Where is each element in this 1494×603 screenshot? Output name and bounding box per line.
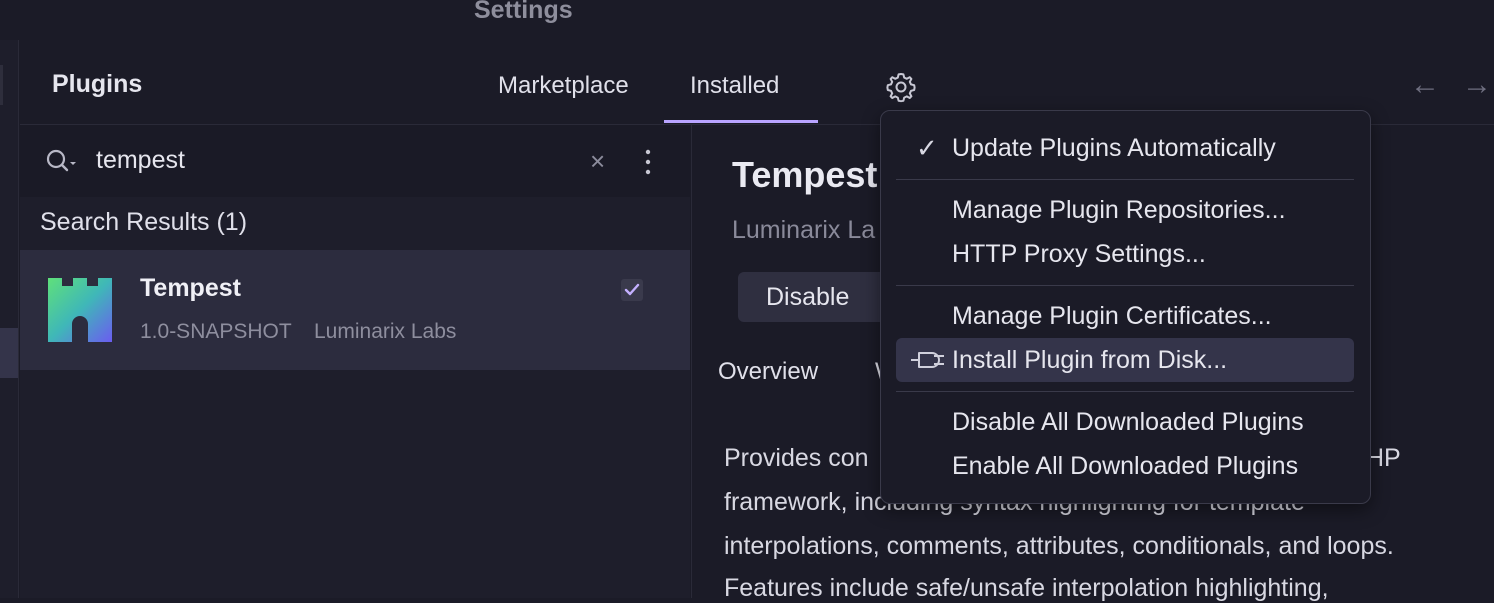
menu-item-manage-certificates[interactable]: Manage Plugin Certificates... bbox=[952, 302, 1272, 331]
disable-button[interactable]: Disable bbox=[738, 272, 888, 322]
gear-icon[interactable] bbox=[884, 70, 918, 104]
menu-item-http-proxy[interactable]: HTTP Proxy Settings... bbox=[952, 240, 1206, 269]
active-tab-indicator bbox=[664, 120, 818, 123]
menu-separator bbox=[896, 179, 1354, 180]
tab-installed[interactable]: Installed bbox=[690, 72, 779, 100]
forward-arrow-icon[interactable]: → bbox=[1462, 68, 1492, 102]
description-line: Features include safe/unsafe interpolati… bbox=[724, 574, 1329, 602]
menu-separator bbox=[896, 391, 1354, 392]
search-input[interactable] bbox=[96, 140, 576, 180]
description-line: interpolations, comments, attributes, co… bbox=[724, 532, 1394, 560]
sidebar-edge-mark bbox=[0, 65, 3, 105]
settings-sidebar-edge bbox=[0, 40, 19, 598]
tab-overview[interactable]: Overview bbox=[718, 358, 818, 386]
search-results-label: Search Results (1) bbox=[40, 208, 248, 236]
plug-icon bbox=[910, 348, 946, 372]
menu-item-manage-repositories[interactable]: Manage Plugin Repositories... bbox=[952, 196, 1286, 225]
description-line: HP bbox=[1366, 444, 1401, 472]
plugin-enabled-checkbox[interactable] bbox=[621, 279, 643, 301]
description-line: Provides con bbox=[724, 444, 869, 472]
tempest-logo bbox=[48, 278, 112, 342]
check-icon: ✓ bbox=[916, 133, 938, 163]
search-icon[interactable] bbox=[44, 146, 80, 178]
window-title: Settings bbox=[474, 0, 573, 24]
menu-item-enable-all[interactable]: Enable All Downloaded Plugins bbox=[952, 452, 1298, 481]
clear-search-icon[interactable]: × bbox=[590, 148, 605, 174]
menu-item-update-automatically[interactable]: Update Plugins Automatically bbox=[952, 134, 1276, 163]
page-title: Plugins bbox=[52, 70, 143, 98]
back-arrow-icon[interactable]: ← bbox=[1410, 68, 1440, 102]
plugin-list-item[interactable] bbox=[20, 250, 690, 370]
sidebar-selected-edge[interactable] bbox=[0, 328, 18, 378]
tab-marketplace[interactable]: Marketplace bbox=[498, 72, 629, 100]
menu-item-install-from-disk[interactable]: Install Plugin from Disk... bbox=[952, 346, 1227, 375]
plugin-version: 1.0-SNAPSHOT bbox=[140, 320, 292, 343]
plugin-vendor: Luminarix Labs bbox=[314, 320, 457, 343]
window-title-bar bbox=[0, 0, 1494, 40]
detail-plugin-title: Tempest bbox=[732, 154, 878, 195]
more-options-icon[interactable] bbox=[640, 146, 656, 180]
menu-separator bbox=[896, 285, 1354, 286]
detail-plugin-vendor[interactable]: Luminarix La bbox=[732, 216, 875, 245]
menu-item-disable-all[interactable]: Disable All Downloaded Plugins bbox=[952, 408, 1304, 437]
plugin-name: Tempest bbox=[140, 274, 241, 302]
